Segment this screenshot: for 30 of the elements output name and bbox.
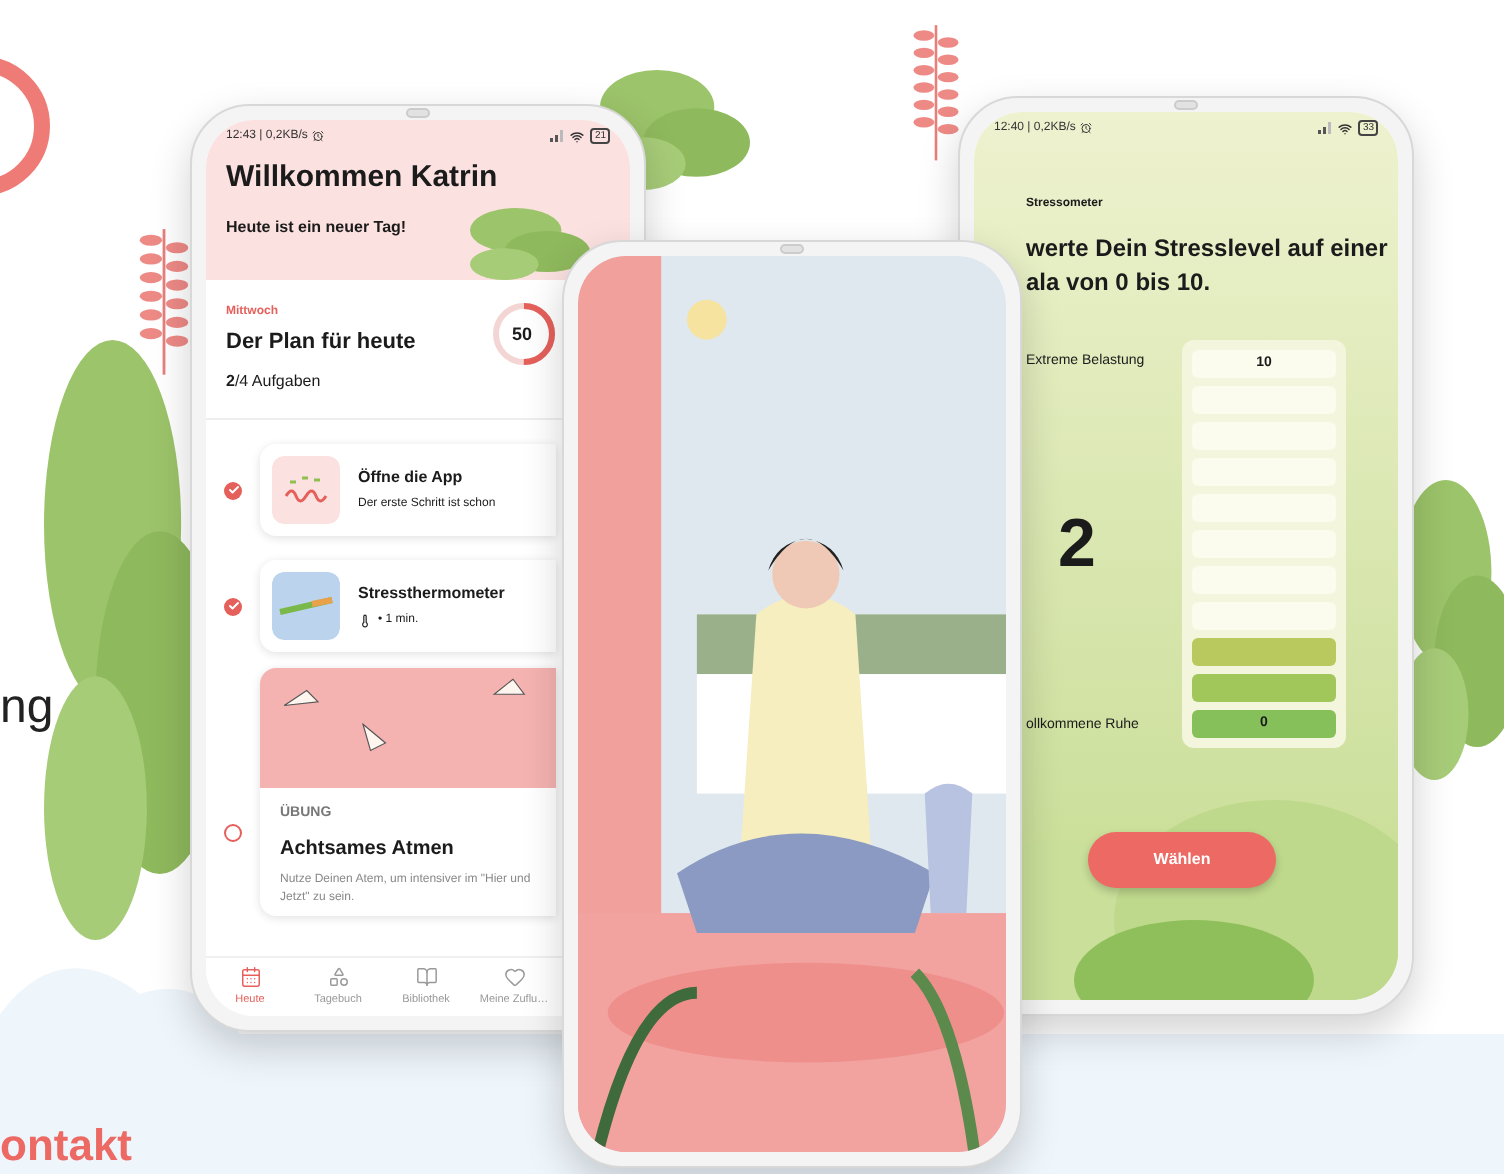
confetti-thumbnail bbox=[272, 456, 340, 524]
scale-step[interactable] bbox=[1192, 674, 1336, 702]
progress-percent: 50 bbox=[512, 324, 533, 344]
welcome-subtitle: Heute ist ein neuer Tag! bbox=[226, 216, 409, 240]
heart-icon bbox=[503, 965, 525, 988]
selected-value: 2 bbox=[1056, 510, 1098, 578]
calendar-icon bbox=[239, 965, 261, 988]
thermometer-thumbnail bbox=[272, 572, 340, 640]
book-icon bbox=[415, 965, 437, 988]
progress-ring bbox=[490, 300, 558, 368]
section-heading: ontakt bbox=[0, 1120, 132, 1172]
task-title: Stressthermometer bbox=[358, 582, 505, 606]
task-title: Öffne die App bbox=[358, 466, 465, 490]
wifi-icon bbox=[570, 129, 585, 143]
plan-title: Der Plan für heute bbox=[226, 328, 416, 358]
question-text: ala von 0 bis 10. bbox=[1026, 266, 1213, 300]
exercise-title: Achtsames Atmen bbox=[280, 835, 456, 863]
body-text: ng bbox=[0, 678, 54, 738]
bush-drawing bbox=[470, 208, 590, 280]
shapes-icon bbox=[327, 965, 349, 988]
thermometer-icon bbox=[358, 614, 372, 628]
question-text: werte Dein Stresslevel auf einer bbox=[1026, 232, 1390, 266]
task-count: 2/4 Aufgaben bbox=[226, 369, 323, 393]
signal-icon bbox=[1318, 122, 1333, 134]
scale-step[interactable] bbox=[1192, 638, 1336, 666]
alarm-icon bbox=[311, 130, 324, 142]
alarm-icon bbox=[1079, 122, 1092, 134]
welcome-title: Willkommen Katrin bbox=[226, 160, 500, 196]
wifi-icon bbox=[1338, 121, 1353, 135]
signal-icon bbox=[550, 130, 565, 142]
